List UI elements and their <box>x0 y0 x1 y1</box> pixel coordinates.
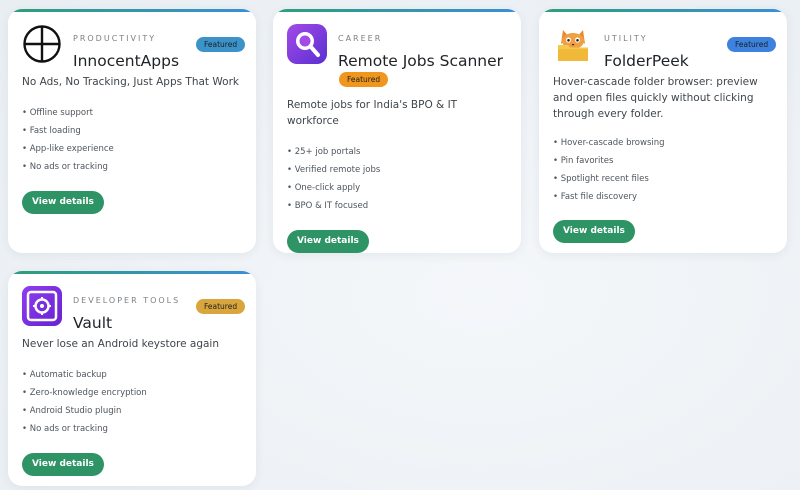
feature-item: One-click apply <box>287 179 507 197</box>
app-card-vault: DEVELOPER TOOLS Vault Featured Never los… <box>8 271 256 486</box>
feature-item: Fast loading <box>22 122 242 140</box>
feature-item: App-like experience <box>22 140 242 158</box>
feature-item: Android Studio plugin <box>22 402 242 420</box>
app-tagline: Remote jobs for India's BPO & IT workfor… <box>287 99 458 127</box>
feature-item: Fast file discovery <box>553 188 773 206</box>
feature-item: Verified remote jobs <box>287 161 507 179</box>
feature-item: Zero-knowledge encryption <box>22 384 242 402</box>
app-card-remote-jobs-scanner: CAREER Remote Jobs Scanner Featured Remo… <box>273 9 521 253</box>
feature-item: No ads or tracking <box>22 420 242 438</box>
view-details-button[interactable]: View details <box>22 453 104 476</box>
feature-item: BPO & IT focused <box>287 197 507 215</box>
feature-list: Offline support Fast loading App-like ex… <box>22 104 242 176</box>
feature-list: 25+ job portals Verified remote jobs One… <box>287 143 507 215</box>
feature-list: Automatic backup Zero-knowledge encrypti… <box>22 366 242 438</box>
feature-item: Pin favorites <box>553 152 773 170</box>
view-details-button[interactable]: View details <box>553 220 635 243</box>
feature-item: 25+ job portals <box>287 143 507 161</box>
app-card-innocentapps: PRODUCTIVITY InnocentApps Featured No Ad… <box>8 9 256 253</box>
app-tagline: Hover-cascade folder browser: preview an… <box>553 76 758 120</box>
feature-item: Automatic backup <box>22 366 242 384</box>
view-details-button[interactable]: View details <box>22 191 104 214</box>
feature-item: Offline support <box>22 104 242 122</box>
feature-item: Hover-cascade browsing <box>553 134 773 152</box>
app-card-folderpeek: UTILITY FolderPeek Featured Hover-cascad… <box>539 9 787 253</box>
feature-item: No ads or tracking <box>22 158 242 176</box>
feature-item: Spotlight recent files <box>553 170 773 188</box>
view-details-button[interactable]: View details <box>287 230 369 253</box>
app-tagline: No Ads, No Tracking, Just Apps That Work <box>22 76 239 88</box>
feature-list: Hover-cascade browsing Pin favorites Spo… <box>553 134 773 206</box>
app-tagline: Never lose an Android keystore again <box>22 338 219 350</box>
